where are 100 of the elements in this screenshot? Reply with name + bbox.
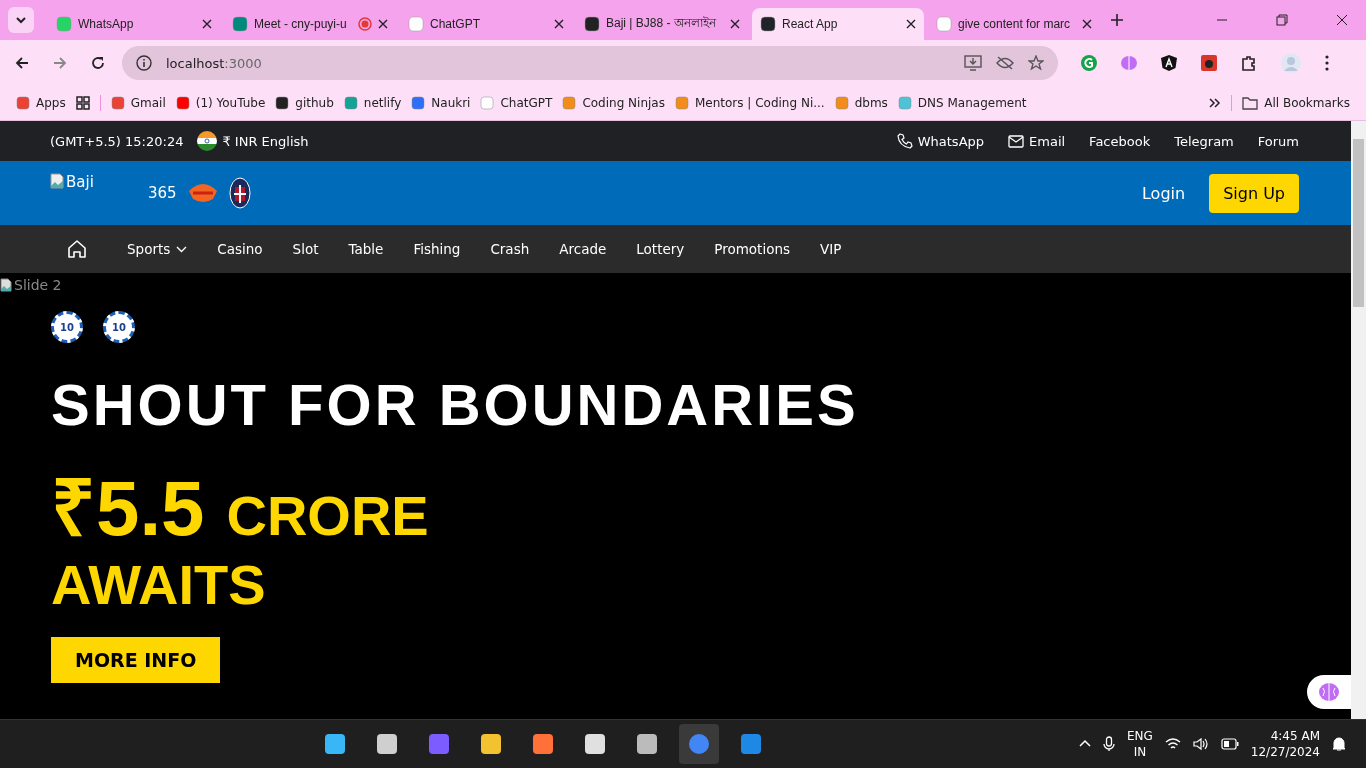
bookmark[interactable]: ChatGPT — [480, 96, 553, 110]
tab-title: give content for marc — [958, 17, 1072, 31]
wifi-icon[interactable] — [1164, 737, 1181, 751]
tab-search-button[interactable] — [8, 7, 34, 33]
browser-tab[interactable]: Meet - cny-puyi-u — [224, 8, 396, 40]
close-icon[interactable] — [906, 19, 916, 29]
browser-tab[interactable]: WhatsApp — [48, 8, 220, 40]
bookmark[interactable]: DNS Management — [897, 96, 1027, 110]
close-icon[interactable] — [1336, 14, 1348, 26]
input-language-indicator[interactable]: ENG IN — [1126, 728, 1153, 760]
scrollbar[interactable] — [1351, 121, 1366, 719]
currency-language-selector[interactable]: ₹ INR English — [197, 131, 309, 151]
sponsor-text: 365 — [148, 184, 177, 202]
more-info-button[interactable]: MORE INFO — [51, 637, 221, 683]
bookmark[interactable]: (1) YouTube — [175, 96, 266, 110]
bookmark[interactable]: netlify — [343, 96, 402, 110]
hero-headline: SHOUT FOR BOUNDARIES — [51, 371, 859, 438]
bookmark-icon — [16, 96, 30, 110]
back-icon[interactable] — [14, 55, 30, 71]
bookmark[interactable]: dbms — [834, 96, 888, 110]
bookmark-icon — [343, 96, 358, 110]
contact-link[interactable]: Email — [1008, 133, 1066, 149]
contact-link[interactable]: Forum — [1257, 133, 1299, 149]
eye-slash-icon[interactable] — [996, 55, 1014, 71]
close-icon[interactable] — [1082, 19, 1092, 29]
nav-link[interactable]: Arcade — [551, 237, 615, 261]
more-bookmarks-icon[interactable] — [1209, 97, 1222, 109]
address-bar[interactable]: localhost:3000 — [122, 46, 1058, 80]
browser-tab[interactable]: give content for marc — [928, 8, 1100, 40]
contact-link[interactable]: WhatsApp — [896, 133, 985, 149]
bookmark[interactable]: Apps — [16, 96, 66, 110]
login-button[interactable]: Login — [1135, 182, 1192, 204]
nav-dropdown[interactable]: Sports — [119, 237, 196, 261]
nav-link[interactable]: VIP — [812, 237, 850, 261]
bookmark[interactable]: Naukri — [411, 96, 471, 110]
nav-link[interactable]: Slot — [284, 237, 327, 261]
bookmark-icon — [411, 96, 426, 110]
sign-up-button[interactable]: Sign Up — [1209, 173, 1299, 213]
more-icon[interactable] — [1324, 55, 1330, 71]
contact-link[interactable]: Facebook — [1089, 133, 1151, 149]
favicon-icon — [408, 16, 424, 32]
mail-icon — [1008, 134, 1025, 148]
nav-link[interactable]: Casino — [209, 237, 271, 261]
flag-icon — [197, 131, 218, 151]
nav-link[interactable]: Promotions — [706, 237, 798, 261]
close-icon[interactable] — [202, 19, 212, 29]
bookmark[interactable]: Mentors | Coding Ni... — [674, 96, 825, 110]
star-icon[interactable] — [1028, 55, 1044, 71]
close-icon[interactable] — [730, 19, 740, 29]
bookmark[interactable]: Coding Ninjas — [562, 96, 665, 110]
nav-link[interactable]: Crash — [482, 237, 538, 261]
bookmark-icon — [110, 96, 125, 110]
club-shield-icon — [228, 177, 251, 209]
bookmark-icon — [562, 96, 577, 110]
extensions-icon[interactable] — [1240, 54, 1258, 72]
browser-tab[interactable]: React App — [752, 8, 924, 40]
broken-slide-image: Slide 2 — [0, 277, 62, 293]
browser-tab[interactable]: Baji | BJ88 - অনলাইন — [576, 8, 748, 40]
broken-logo-image[interactable]: Baji — [50, 173, 138, 191]
taskbar-clock[interactable]: 4:45 AM 12/27/2024 — [1250, 728, 1320, 760]
bookmark[interactable]: Gmail — [110, 96, 166, 110]
nav-link[interactable]: Lottery — [628, 237, 693, 261]
team-crest-icon — [186, 181, 219, 205]
all-bookmarks-button[interactable]: All Bookmarks — [1242, 96, 1350, 110]
tab-title: WhatsApp — [78, 17, 135, 31]
install-icon[interactable] — [964, 55, 982, 71]
nav-link[interactable]: Table — [340, 237, 392, 261]
favicon-icon — [584, 16, 600, 32]
close-icon[interactable] — [378, 19, 388, 29]
angular-icon[interactable] — [1160, 54, 1178, 72]
forward-icon[interactable] — [52, 55, 68, 71]
battery-icon[interactable] — [1220, 738, 1239, 750]
favicon-icon — [232, 16, 248, 32]
browser-tab[interactable]: ChatGPT — [400, 8, 572, 40]
url-text: localhost:3000 — [166, 55, 262, 71]
restore-icon[interactable] — [1276, 14, 1288, 26]
favicon-icon — [936, 16, 952, 32]
new-tab-icon[interactable] — [1110, 13, 1124, 27]
folder-icon — [1242, 96, 1259, 110]
assistant-button[interactable] — [1307, 675, 1351, 709]
notification-bell-icon[interactable] — [1332, 736, 1346, 752]
speaker-icon[interactable] — [1192, 737, 1209, 751]
close-icon[interactable] — [554, 19, 564, 29]
bookmark-icon — [275, 96, 290, 110]
chevron-down-icon — [15, 14, 27, 26]
grid-icon[interactable] — [75, 96, 90, 110]
broken-image-icon — [50, 173, 64, 189]
contact-link[interactable]: Telegram — [1174, 133, 1234, 149]
home-icon[interactable] — [67, 239, 87, 259]
hero-subtitle: AWAITS — [51, 552, 266, 617]
tab-title: ChatGPT — [430, 17, 481, 31]
bookmark-icon — [834, 96, 849, 110]
favicon-icon — [760, 16, 776, 32]
broken-image-icon — [0, 278, 12, 292]
phone-icon — [896, 133, 913, 149]
grammar-icon[interactable] — [1080, 54, 1098, 72]
microphone-icon[interactable] — [1102, 736, 1115, 752]
nav-link[interactable]: Fishing — [405, 237, 469, 261]
reload-icon[interactable] — [90, 55, 106, 71]
bookmark[interactable]: github — [275, 96, 334, 110]
